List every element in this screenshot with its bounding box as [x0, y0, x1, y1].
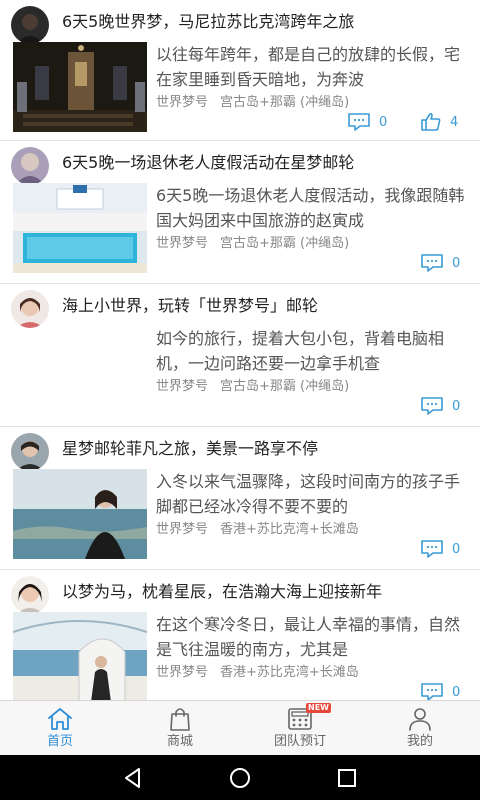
post-excerpt: 6天5晚一场退休老人度假活动，我像跟随韩国大妈团来中国旅游的赵寅成 — [156, 186, 465, 230]
list-item[interactable]: 以梦为马，枕着星辰，在浩瀚大海上迎接新年 在这个寒冷冬日，最让人幸福的事情，自然… — [0, 570, 480, 700]
tab-label: 首页 — [46, 734, 73, 749]
route: 宫古岛+那霸 (冲绳岛) — [220, 95, 350, 110]
post-excerpt: 入冬以来气温骤降，这段时间南方的孩子手脚都已经冰冷得不要不要的 — [156, 472, 461, 516]
user-icon — [409, 708, 431, 731]
post-meta: 世界梦号 宫古岛+那霸 (冲绳岛) — [156, 93, 357, 113]
comment-count-value: 0 — [452, 398, 461, 414]
comment-count-value: 0 — [379, 114, 388, 130]
tab-label: 商城 — [166, 734, 193, 749]
list-item[interactable]: 6天5晚世界梦，马尼拉苏比克湾跨年之旅 以往每年跨年，都是自己的放肆的长假，宅在… — [0, 0, 480, 141]
post-excerpt: 在这个寒冷冬日，最让人幸福的事情，自然是飞往温暖的南方，尤其是 — [156, 615, 461, 659]
post-meta: 世界梦号 香港+苏比克湾+长滩岛 — [156, 520, 367, 540]
new-badge: NEW — [306, 703, 331, 713]
ship-name: 世界梦号 — [156, 236, 209, 251]
post-excerpt: 以往每年跨年，都是自己的放肆的长假，宅在家里睡到昏天暗地，为奔波 — [156, 45, 461, 89]
post-meta: 世界梦号 香港+苏比克湾+长滩岛 — [156, 663, 367, 683]
home-circle-icon[interactable] — [227, 765, 253, 791]
like-count-value: 4 — [450, 114, 459, 130]
like-count[interactable]: 4 — [420, 112, 458, 132]
home-icon — [48, 708, 72, 730]
post-excerpt: 如今的旅行，提着大包小包，背着电脑相机，一边问路还要一边拿手机查 — [156, 329, 445, 373]
ship-name: 世界梦号 — [156, 665, 209, 680]
tab-mall[interactable]: 商城 — [120, 701, 240, 756]
comment-icon — [348, 113, 370, 131]
system-navigation-bar — [0, 755, 480, 800]
tab-label: 我的 — [406, 734, 433, 749]
comment-count-value: 0 — [452, 541, 461, 557]
post-thumbnail[interactable] — [13, 469, 147, 559]
back-icon[interactable] — [120, 765, 146, 791]
route: 香港+苏比克湾+长滩岛 — [220, 665, 359, 680]
comment-count[interactable]: 0 — [420, 539, 460, 559]
route: 香港+苏比克湾+长滩岛 — [220, 522, 359, 537]
post-title[interactable]: 以梦为马，枕着星辰，在浩瀚大海上迎接新年 — [62, 578, 472, 606]
comment-count[interactable]: 0 — [420, 253, 460, 273]
recent-apps-icon[interactable] — [334, 765, 360, 791]
post-feed[interactable]: 6天5晚世界梦，马尼拉苏比克湾跨年之旅 以往每年跨年，都是自己的放肆的长假，宅在… — [0, 0, 480, 700]
ship-name: 世界梦号 — [156, 95, 209, 110]
ship-name: 世界梦号 — [156, 522, 209, 537]
comment-icon — [421, 683, 443, 700]
bottom-tab-bar: 首页 商城 NEW 团队预订 我的 — [0, 700, 480, 755]
avatar[interactable] — [11, 576, 49, 614]
list-item[interactable]: 6天5晚一场退休老人度假活动在星梦邮轮 6天5晚一场退休老人度假活动，我像跟随韩… — [0, 141, 480, 284]
tab-mine[interactable]: 我的 — [360, 701, 480, 756]
route: 宫古岛+那霸 (冲绳岛) — [220, 236, 350, 251]
avatar[interactable] — [11, 433, 49, 471]
avatar[interactable] — [11, 147, 49, 185]
comment-icon — [421, 397, 443, 415]
ship-name: 世界梦号 — [156, 379, 209, 394]
post-meta: 世界梦号 宫古岛+那霸 (冲绳岛) — [156, 234, 357, 254]
post-thumbnail[interactable] — [13, 612, 147, 700]
comment-icon — [421, 254, 443, 272]
post-title[interactable]: 海上小世界，玩转「世界梦号」邮轮 — [62, 292, 472, 320]
post-title[interactable]: 6天5晚一场退休老人度假活动在星梦邮轮 — [62, 149, 472, 177]
post-title[interactable]: 6天5晚世界梦，马尼拉苏比克湾跨年之旅 — [62, 8, 472, 36]
tab-group-booking[interactable]: NEW 团队预订 — [240, 701, 360, 756]
post-meta: 世界梦号 宫古岛+那霸 (冲绳岛) — [156, 377, 357, 397]
comment-icon — [421, 540, 443, 558]
shopping-bag-icon — [170, 708, 190, 731]
comment-count[interactable]: 0 — [420, 682, 460, 700]
tab-label: 团队预订 — [273, 734, 326, 749]
list-item[interactable]: 海上小世界，玩转「世界梦号」邮轮 如今的旅行，提着大包小包，背着电脑相机，一边问… — [0, 284, 480, 427]
avatar[interactable] — [11, 290, 49, 328]
list-item[interactable]: 星梦邮轮菲凡之旅，美景一路享不停 入冬以来气温骤降，这段时间南方的孩子手脚都已经… — [0, 427, 480, 570]
thumbs-up-icon — [421, 112, 441, 131]
comment-count-value: 0 — [452, 684, 461, 700]
avatar[interactable] — [11, 6, 49, 44]
comment-count-value: 0 — [452, 255, 461, 271]
post-thumbnail[interactable] — [13, 183, 147, 273]
post-thumbnail[interactable] — [13, 42, 147, 132]
route: 宫古岛+那霸 (冲绳岛) — [220, 379, 350, 394]
tab-home[interactable]: 首页 — [0, 701, 120, 756]
comment-count[interactable]: 0 — [347, 112, 387, 132]
post-title[interactable]: 星梦邮轮菲凡之旅，美景一路享不停 — [62, 435, 472, 463]
comment-count[interactable]: 0 — [420, 396, 460, 416]
